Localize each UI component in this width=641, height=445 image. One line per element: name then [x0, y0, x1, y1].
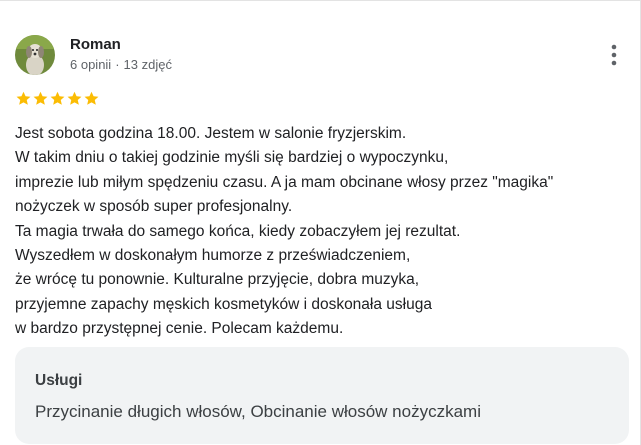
reviewer-name[interactable]: Roman — [70, 36, 121, 54]
reviewer-meta: 6 opinii · 13 zdjęć — [70, 57, 172, 73]
star-icon — [67, 91, 82, 105]
photos-count: 13 zdjęć — [123, 57, 172, 72]
star-icon — [50, 91, 65, 105]
services-list: Przycinanie długich włosów, Obcinanie wł… — [35, 402, 481, 421]
star-icon — [33, 91, 48, 105]
reviews-count: 6 opinii — [70, 57, 112, 72]
services-box: Usługi Przycinanie długich włosów, Obcin… — [15, 347, 629, 444]
more-options-button[interactable] — [602, 41, 626, 69]
review-card: Roman 6 opinii · 13 zdjęć Jest sobota godz… — [0, 0, 641, 445]
reviewer-avatar[interactable] — [15, 35, 55, 75]
meta-separator: · — [115, 57, 120, 72]
services-title: Usługi — [35, 372, 83, 389]
more-vert-icon — [611, 44, 617, 66]
review-text: Jest sobota godzina 18.00. Jestem w salo… — [15, 125, 554, 338]
star-icon — [16, 91, 31, 105]
star-rating — [15, 89, 100, 109]
star-icon — [84, 91, 99, 105]
